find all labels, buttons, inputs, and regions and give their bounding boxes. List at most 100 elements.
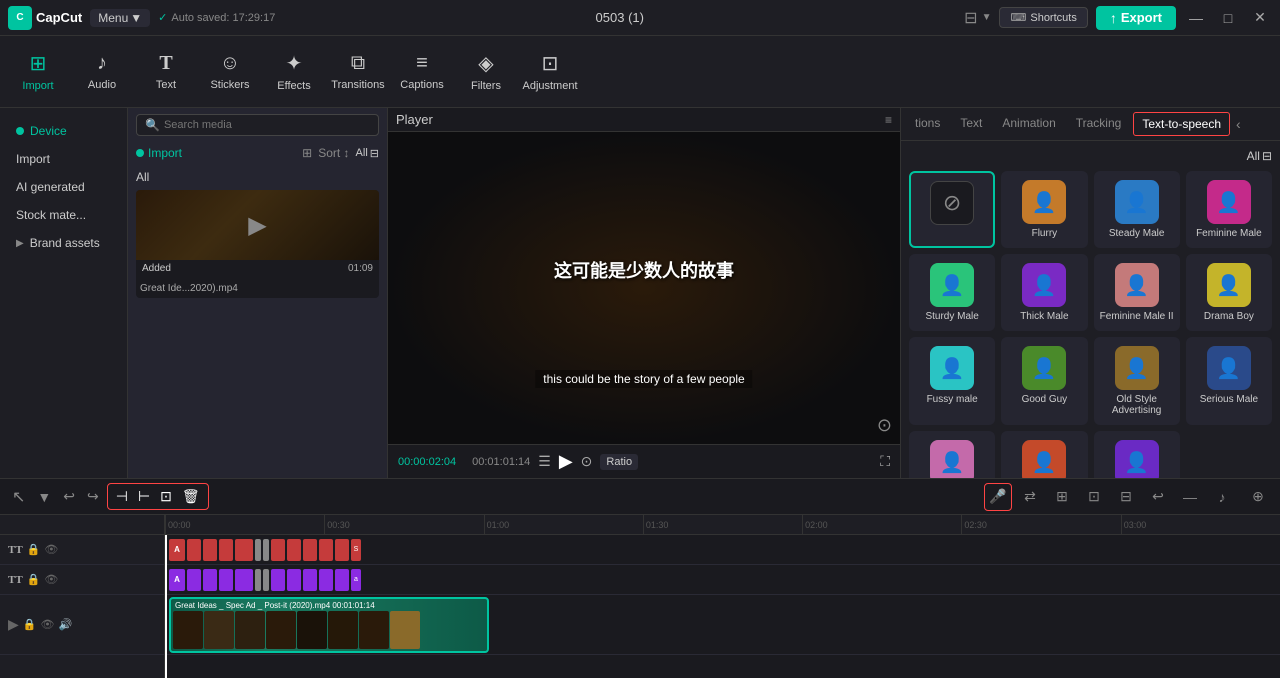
tl-split-left-button[interactable]: ⊣ <box>112 486 132 507</box>
autosave-status: ✓ Auto saved: 17:29:17 <box>158 11 275 24</box>
tl-split-button[interactable]: ⊢ <box>134 486 154 507</box>
toolbar-text[interactable]: T Text <box>136 40 196 104</box>
logo-icon: C <box>8 6 32 30</box>
all-voices-button[interactable]: All ⊟ <box>1247 149 1272 163</box>
tab-animation[interactable]: Animation <box>992 108 1065 140</box>
time-current: 00:00:02:04 <box>398 456 456 468</box>
voice-steady-male[interactable]: 👤 Steady Male <box>1094 171 1180 248</box>
tab-tracking[interactable]: Tracking <box>1066 108 1132 140</box>
filters-icon: ◈ <box>478 51 493 76</box>
toolbar-effects[interactable]: ✦ Effects <box>264 40 324 104</box>
tl-center-button[interactable]: ⊟ <box>1112 483 1140 511</box>
all-filter[interactable]: All ⊟ <box>356 147 379 160</box>
voice-serious-male[interactable]: 👤 Serious Male <box>1186 337 1272 425</box>
voice-feminine-male[interactable]: 👤 Feminine Male <box>1186 171 1272 248</box>
volume-button[interactable]: ⊙ <box>581 453 593 470</box>
toolbar-adjustment[interactable]: ⊡ Adjustment <box>520 40 580 104</box>
track-lock-2[interactable]: 🔒 <box>23 618 37 631</box>
tl-fit-button[interactable]: ⊡ <box>1080 483 1108 511</box>
left-item-device[interactable]: Device <box>4 118 123 144</box>
track-label-0: TT 🔒 👁 <box>0 535 164 565</box>
tl-undo-button[interactable]: ↩ <box>59 486 79 507</box>
voice-charming-male[interactable]: 👤 Charming Male <box>1094 431 1180 478</box>
track-eye-2[interactable]: 👁 <box>40 618 54 631</box>
voice-serious-male-avatar: 👤 <box>1207 346 1251 390</box>
left-item-brand-assets[interactable]: ▶ Brand assets <box>4 230 123 256</box>
voice-drama-boy[interactable]: 👤 Drama Boy <box>1186 254 1272 331</box>
tl-redo-button[interactable]: ↪ <box>83 486 103 507</box>
text-chip-sep <box>263 569 269 591</box>
tab-text[interactable]: Text <box>950 108 992 140</box>
close-button[interactable]: ✕ <box>1248 8 1272 28</box>
text-chip <box>235 539 253 561</box>
tl-zoom-out-button[interactable]: — <box>1176 483 1204 511</box>
tl-replace-button[interactable]: ↩ <box>1144 483 1172 511</box>
track-eye-0[interactable]: 👁 <box>44 543 58 556</box>
shortcuts-button[interactable]: ⌨ Shortcuts <box>999 7 1087 28</box>
thumb-duration: 01:09 <box>348 263 373 276</box>
left-item-stock-mate[interactable]: Stock mate... <box>4 202 123 228</box>
video-thumb-3 <box>266 611 296 649</box>
list-view-button[interactable]: ☰ <box>538 453 551 470</box>
track-lock-1[interactable]: 🔒 <box>27 573 41 586</box>
tts-filter: All ⊟ <box>909 149 1272 163</box>
text-chip-alt: a <box>351 569 361 591</box>
sort-button[interactable]: Sort ↕ <box>318 146 349 160</box>
playhead[interactable] <box>165 535 167 678</box>
thumb-placeholder-icon: ▶ <box>248 211 266 240</box>
track-audio-2[interactable]: 🔊 <box>58 618 72 631</box>
voice-thick-male[interactable]: 👤 Thick Male <box>1001 254 1087 331</box>
track-eye-1[interactable]: 👁 <box>44 573 58 586</box>
media-item-0[interactable]: ▶ Added 01:09 Great Ide...2020).mp4 <box>136 190 379 298</box>
maximize-button[interactable]: □ <box>1216 8 1240 28</box>
toolbar-import[interactable]: ⊞ Import <box>8 40 68 104</box>
toolbar-audio[interactable]: ♪ Audio <box>72 40 132 104</box>
tab-tts[interactable]: Text-to-speech <box>1133 112 1230 136</box>
tl-delete-button[interactable]: 🗑 <box>178 486 204 507</box>
video-strip[interactable]: Great Ideas _ Spec Ad _ Post-it (2020).m… <box>169 597 489 653</box>
toolbar-filters[interactable]: ◈ Filters <box>456 40 516 104</box>
tl-split-right-button[interactable]: ⊡ <box>156 486 176 507</box>
player-menu-icon[interactable]: ≡ <box>885 113 892 127</box>
ratio-button[interactable]: Ratio <box>600 454 638 470</box>
tl-zoom-in-button[interactable]: ⊕ <box>1244 483 1272 511</box>
grid-view-button[interactable]: ⊞ <box>302 146 312 160</box>
media-toolbar: Import ⊞ Sort ↕ All ⊟ <box>128 142 387 164</box>
voice-flurry[interactable]: 👤 Flurry <box>1001 171 1087 248</box>
left-item-ai-generated[interactable]: AI generated <box>4 174 123 200</box>
voice-good-guy[interactable]: 👤 Good Guy <box>1001 337 1087 425</box>
voice-old-style[interactable]: 👤 Old Style Advertising <box>1094 337 1180 425</box>
voice-energetic-male[interactable]: 👤 Energetic Male <box>1001 431 1087 478</box>
tl-audio-button[interactable]: ♪ <box>1208 483 1236 511</box>
thumb-filename: Great Ide...2020).mp4 <box>136 279 379 298</box>
export-button[interactable]: ↑ Export <box>1096 6 1176 30</box>
fullscreen-button[interactable]: ⛶ <box>880 453 890 470</box>
tl-magnet-button[interactable]: ⊞ <box>1048 483 1076 511</box>
tl-record-button[interactable]: 🎤 <box>984 483 1012 511</box>
tl-link-button[interactable]: ⇄ <box>1016 483 1044 511</box>
left-item-import[interactable]: Import <box>4 146 123 172</box>
menu-button[interactable]: Menu ▼ <box>90 9 150 27</box>
video-thumb-end <box>390 611 420 649</box>
tab-tions[interactable]: tions <box>905 108 950 140</box>
toolbar-stickers[interactable]: ☺ Stickers <box>200 40 260 104</box>
search-input[interactable] <box>164 119 370 131</box>
voice-fussy-male[interactable]: 👤 Fussy male <box>909 337 995 425</box>
voice-cute-boy[interactable]: 👤 Cute Boy <box>909 431 995 478</box>
tab-arrow-icon[interactable]: ‹ <box>1232 108 1245 140</box>
track-lock-0[interactable]: 🔒 <box>27 543 41 556</box>
toolbar-captions[interactable]: ≡ Captions <box>392 40 452 104</box>
tl-cursor-button[interactable]: ↖ <box>8 485 29 509</box>
video-thumb-5 <box>328 611 358 649</box>
voice-none[interactable]: ⊘ <box>909 171 995 248</box>
toolbar-transitions[interactable]: ⧉ Transitions <box>328 40 388 104</box>
layout-switcher[interactable]: ⊟ ▼ <box>964 8 991 28</box>
play-button[interactable]: ▶ <box>559 451 573 472</box>
settings-overlay-icon[interactable]: ⊙ <box>877 415 892 436</box>
tl-arrow-button[interactable]: ▼ <box>33 487 55 507</box>
import-button[interactable]: Import <box>136 146 182 160</box>
voice-sturdy-male[interactable]: 👤 Sturdy Male <box>909 254 995 331</box>
minimize-button[interactable]: — <box>1184 8 1208 28</box>
search-box[interactable]: 🔍 <box>136 114 379 136</box>
voice-feminine-male2[interactable]: 👤 Feminine Male II <box>1094 254 1180 331</box>
